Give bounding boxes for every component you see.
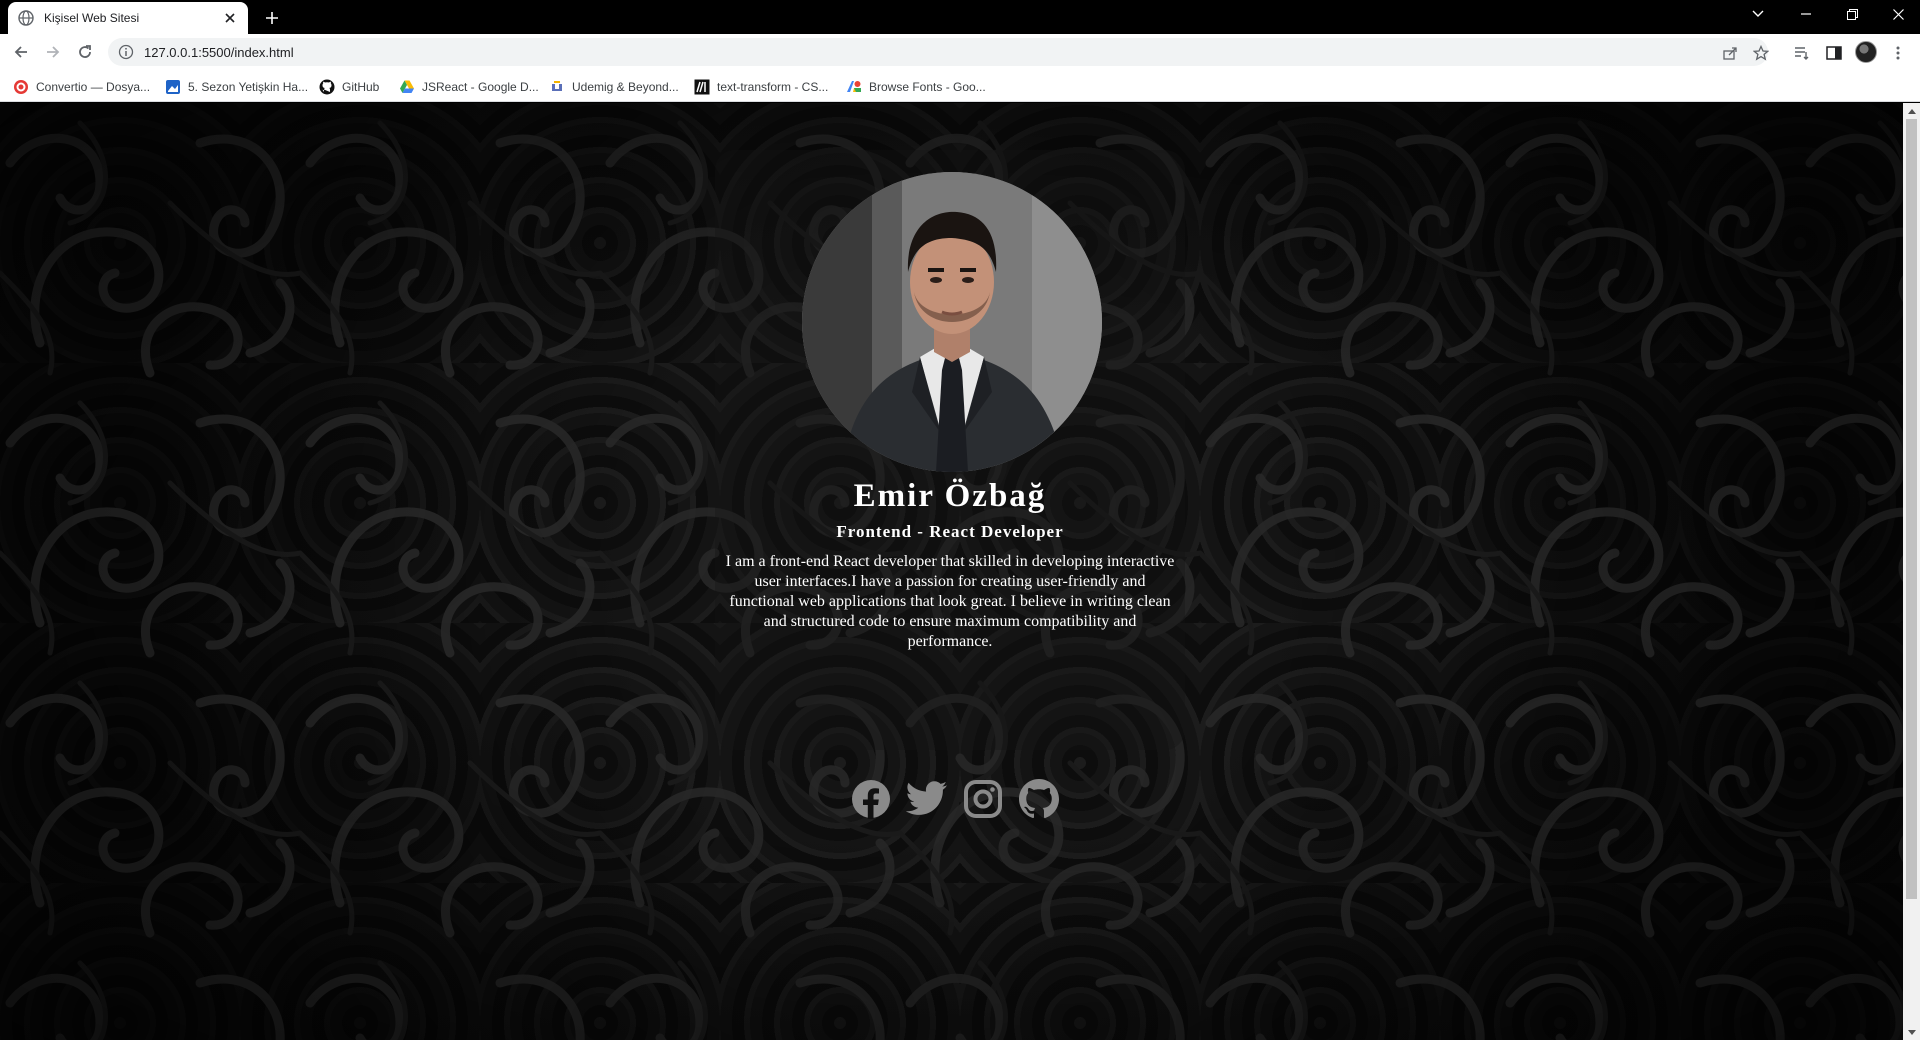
bookmark-label: Udemig & Beyond... — [572, 80, 679, 94]
bookmark-label: GitHub — [342, 80, 380, 94]
browser-toolbar: 127.0.0.1:5500/index.html — [0, 34, 1920, 70]
url-text: 127.0.0.1:5500/index.html — [144, 44, 294, 60]
bookmark-sezon[interactable]: 5. Sezon Yetişkin Ha... — [165, 78, 308, 96]
reload-icon[interactable] — [73, 40, 97, 64]
site-info-icon[interactable] — [118, 44, 134, 60]
close-tab-icon[interactable] — [222, 10, 238, 26]
instagram-icon[interactable] — [962, 778, 1004, 820]
facebook-icon[interactable] — [850, 778, 892, 820]
address-bar[interactable]: 127.0.0.1:5500/index.html — [108, 38, 1768, 66]
image-icon — [165, 79, 181, 95]
share-icon[interactable] — [1721, 44, 1739, 62]
scrollbar-thumb[interactable] — [1906, 119, 1917, 899]
bookmark-label: text-transform - CS... — [717, 80, 829, 94]
scroll-up-arrow-icon[interactable] — [1907, 106, 1916, 116]
convertio-icon — [13, 79, 29, 95]
social-links — [850, 778, 1060, 820]
bookmark-github[interactable]: GitHub — [319, 78, 379, 96]
profile-avatar[interactable] — [1855, 41, 1877, 63]
side-panel-icon[interactable] — [1824, 43, 1844, 63]
google-fonts-icon — [846, 79, 862, 95]
mdn-icon — [694, 79, 710, 95]
profile-photo — [802, 172, 1102, 472]
google-drive-icon — [399, 79, 415, 95]
bookmark-jsreact[interactable]: JSReact - Google D... — [399, 78, 539, 96]
github-icon — [319, 79, 335, 95]
scroll-down-arrow-icon[interactable] — [1907, 1027, 1916, 1037]
bookmark-star-icon[interactable] — [1752, 44, 1770, 62]
udemig-icon — [549, 79, 565, 95]
bookmarks-bar: Convertio — Dosya... 5. Sezon Yetişkin H… — [0, 70, 1920, 102]
bookmark-label: 5. Sezon Yetişkin Ha... — [188, 80, 309, 94]
profile-name: Emir Özbağ — [853, 478, 1047, 514]
bookmark-convertio[interactable]: Convertio — Dosya... — [13, 78, 150, 96]
bookmark-text-transform[interactable]: text-transform - CS... — [694, 78, 828, 96]
reading-list-icon[interactable] — [1792, 43, 1812, 63]
bookmark-udemig[interactable]: Udemig & Beyond... — [549, 78, 679, 96]
tab-strip: Kişisel Web Sitesi — [0, 0, 1920, 34]
back-arrow-icon[interactable] — [9, 40, 33, 64]
profile-role: Frontend - React Developer — [836, 522, 1064, 541]
tab-search-chevron-icon[interactable] — [1736, 0, 1780, 28]
bookmark-label: Browse Fonts - Goo... — [869, 80, 986, 94]
bookmark-google-fonts[interactable]: Browse Fonts - Goo... — [846, 78, 986, 96]
bookmark-label: JSReact - Google D... — [422, 80, 539, 94]
github-icon[interactable] — [1018, 778, 1060, 820]
browser-tab[interactable]: Kişisel Web Sitesi — [8, 2, 248, 34]
twitter-icon[interactable] — [906, 778, 948, 820]
restore-icon[interactable] — [1830, 0, 1874, 28]
close-window-icon[interactable] — [1876, 0, 1920, 28]
globe-icon — [18, 10, 34, 26]
forward-arrow-icon[interactable] — [41, 40, 65, 64]
new-tab-plus-icon[interactable] — [262, 8, 282, 28]
bookmark-label: Convertio — Dosya... — [36, 80, 151, 94]
page-scrollbar[interactable] — [1903, 103, 1920, 1040]
more-menu-icon[interactable] — [1888, 43, 1908, 63]
profile-bio: I am a front-end React developer that sk… — [725, 553, 1175, 650]
tab-title: Kişisel Web Sitesi — [44, 11, 140, 25]
minimize-icon[interactable] — [1784, 0, 1828, 28]
person-portrait-image — [802, 172, 1102, 472]
